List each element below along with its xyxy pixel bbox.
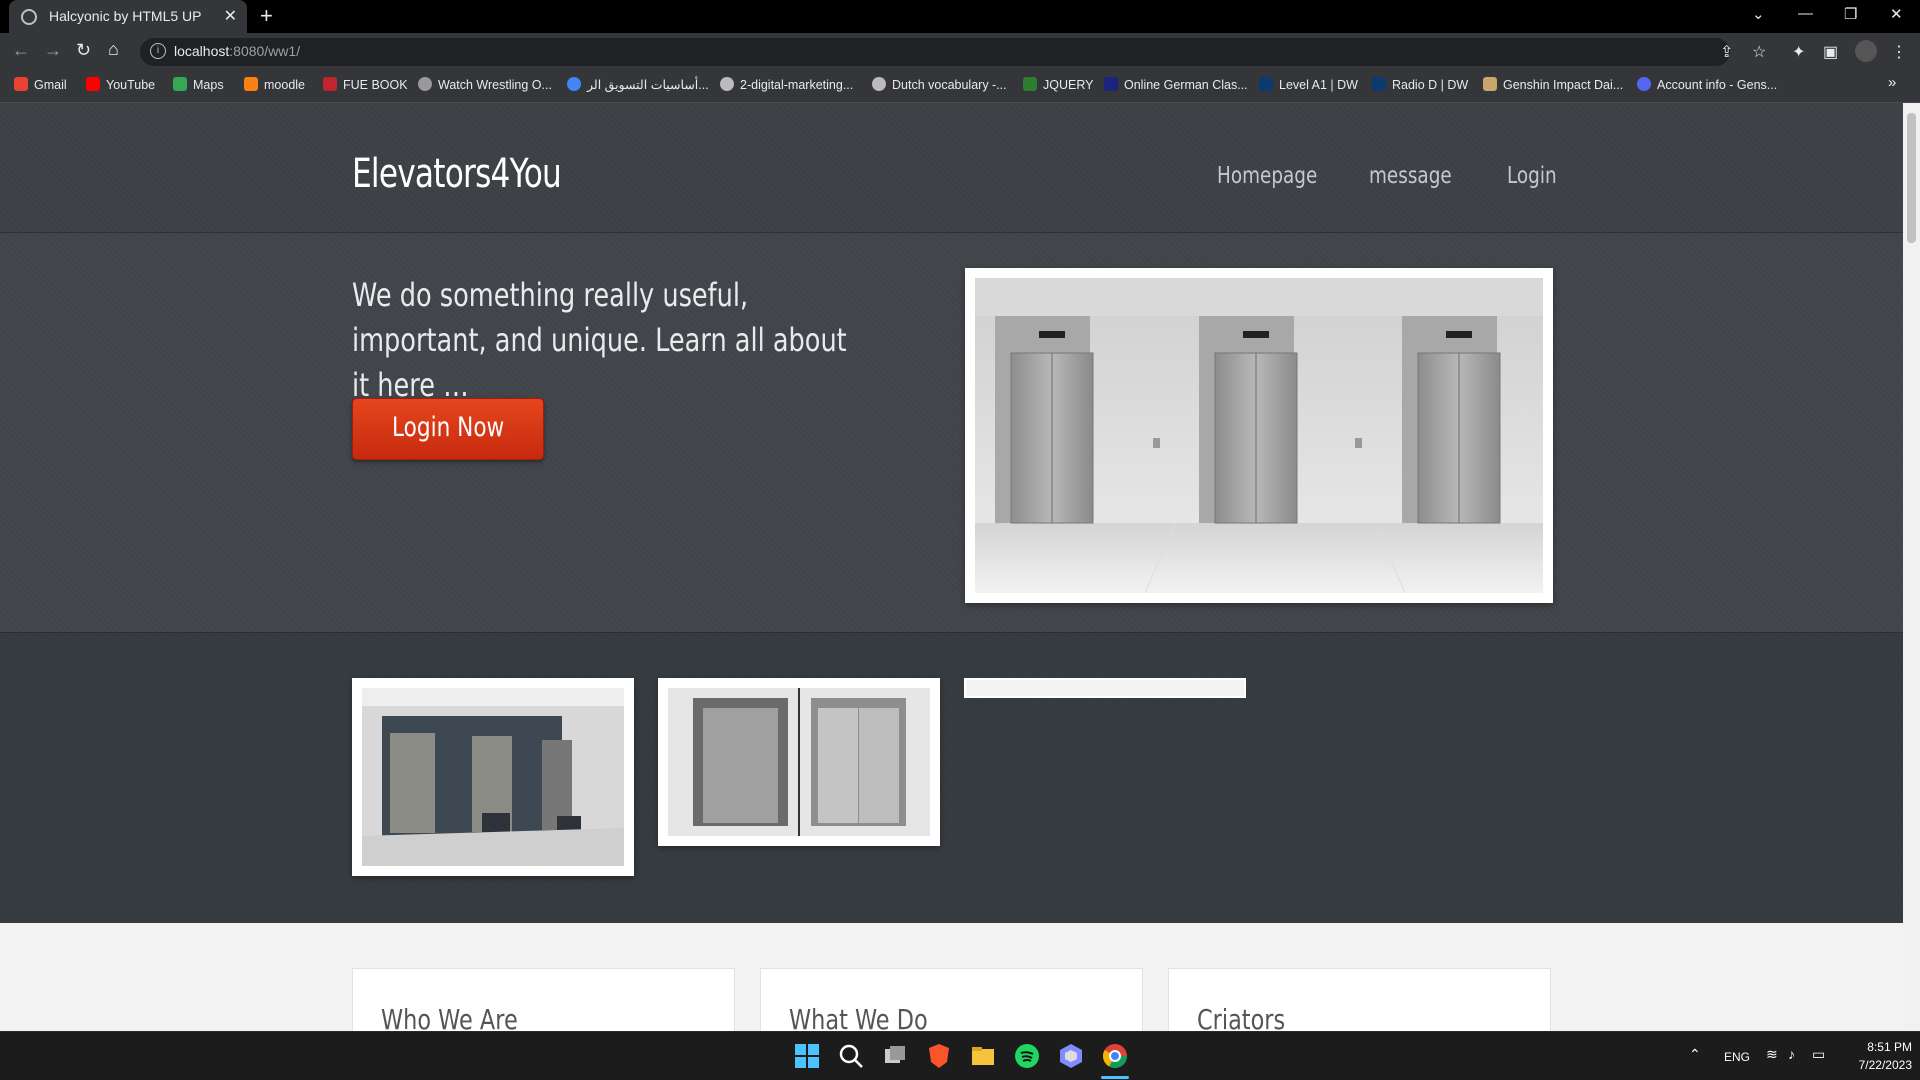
globe-icon <box>21 9 37 25</box>
windows-start-icon[interactable] <box>793 1042 821 1070</box>
card-title: Criators <box>1197 1003 1286 1031</box>
clock-time[interactable]: 8:51 PM <box>1852 1040 1912 1054</box>
card-what-we-do: What We Do <box>760 968 1143 1031</box>
battery-icon[interactable]: ▭ <box>1812 1046 1825 1063</box>
genshin-icon <box>1483 77 1497 91</box>
reload-icon[interactable]: ↻ <box>76 40 91 61</box>
office-elevators-image <box>362 688 624 866</box>
windows-taskbar: ⌃ ENG ≋ ♪ ▭ 8:51 PM 7/22/2023 <box>0 1031 1920 1080</box>
site-header: Elevators4You Homepage message Login <box>0 103 1903 233</box>
tab-search-icon[interactable]: ⌄ <box>1752 5 1765 23</box>
bookmark-item[interactable]: YouTube <box>86 77 155 92</box>
back-icon[interactable]: ← <box>12 40 30 61</box>
site-logo[interactable]: Elevators4You <box>352 151 562 197</box>
bookmark-item[interactable]: أساسيات التسويق الر... <box>567 77 709 92</box>
globe-icon <box>872 77 886 91</box>
hero-image <box>965 268 1553 603</box>
bookmark-item[interactable]: 2-digital-marketing... <box>720 77 853 92</box>
more-bookmarks-icon[interactable]: » <box>1888 74 1896 91</box>
hero-banner: We do something really useful, important… <box>0 233 1903 633</box>
address-bar[interactable]: i localhost:8080/ww1/ <box>140 38 1730 66</box>
share-icon[interactable]: ⇪ <box>1720 42 1733 62</box>
restore-button[interactable]: ❐ <box>1844 5 1857 23</box>
volume-icon[interactable]: ♪ <box>1788 1046 1795 1062</box>
web-page: Elevators4You Homepage message Login We … <box>0 103 1903 1031</box>
nav-message[interactable]: message <box>1369 163 1452 189</box>
bookmark-item[interactable]: Watch Wrestling O... <box>418 77 552 92</box>
gmail-icon <box>14 77 28 91</box>
chrome-icon[interactable] <box>1101 1042 1129 1070</box>
wordpress-icon <box>418 77 432 91</box>
fue-icon <box>323 77 337 91</box>
google-icon <box>567 77 581 91</box>
forward-icon[interactable]: → <box>44 40 62 61</box>
brave-icon[interactable] <box>925 1042 953 1070</box>
globe-icon <box>720 77 734 91</box>
bookmark-star-icon[interactable]: ☆ <box>1752 42 1766 62</box>
bookmark-item[interactable]: JQUERY <box>1023 77 1093 92</box>
profile-avatar[interactable] <box>1855 40 1877 62</box>
nav-homepage[interactable]: Homepage <box>1217 163 1317 189</box>
minimize-button[interactable]: — <box>1798 5 1813 22</box>
menu-icon[interactable]: ⋮ <box>1891 42 1907 62</box>
wifi-icon[interactable]: ≋ <box>1766 1046 1778 1063</box>
bookmark-item[interactable]: Gmail <box>14 77 67 92</box>
language-indicator[interactable]: ENG <box>1724 1050 1750 1064</box>
moodle-icon <box>244 77 258 91</box>
extensions-icon[interactable]: ✦ <box>1792 42 1805 62</box>
card-title: What We Do <box>789 1003 928 1031</box>
new-tab-button[interactable]: + <box>260 3 273 29</box>
bookmark-item[interactable]: Online German Clas... <box>1104 77 1248 92</box>
task-view-icon[interactable] <box>881 1042 909 1070</box>
active-tab[interactable]: Halcyonic by HTML5 UP ✕ <box>9 0 247 33</box>
maps-icon <box>173 77 187 91</box>
app-icon[interactable] <box>1057 1042 1085 1070</box>
side-panel-icon[interactable]: ▣ <box>1823 42 1838 62</box>
home-icon[interactable]: ⌂ <box>108 39 119 60</box>
login-now-button[interactable]: Login Now <box>352 398 544 460</box>
login-now-label: Login Now <box>391 412 505 443</box>
card-who-we-are: Who We Are <box>352 968 735 1031</box>
clock-date[interactable]: 7/22/2023 <box>1846 1058 1912 1072</box>
dw-icon <box>1372 77 1386 91</box>
close-tab-icon[interactable]: ✕ <box>224 6 237 26</box>
close-window-button[interactable]: ✕ <box>1890 5 1903 23</box>
dw-icon <box>1259 77 1273 91</box>
bookmark-item[interactable]: Radio D | DW <box>1372 77 1468 92</box>
url-text: localhost:8080/ww1/ <box>174 43 301 59</box>
elevator-doors-image <box>668 688 930 836</box>
bookmark-item[interactable]: moodle <box>244 77 305 92</box>
features-section: Who We Are What We Do Criators <box>0 923 1903 1031</box>
hoyoverse-icon <box>1637 77 1651 91</box>
hero-tagline: We do something really useful, important… <box>352 276 847 404</box>
bookmark-item[interactable]: FUE BOOK <box>323 77 408 92</box>
sk-icon <box>1104 77 1118 91</box>
elevator-lobby-image <box>975 278 1543 594</box>
bookmark-item[interactable]: Account info - Gens... <box>1637 77 1777 92</box>
bookmark-item[interactable]: Genshin Impact Dai... <box>1483 77 1623 92</box>
gallery-image-1[interactable] <box>352 678 634 876</box>
tab-strip: Halcyonic by HTML5 UP ✕ + ⌄ — ❐ ✕ <box>0 0 1920 33</box>
gallery-placeholder <box>964 678 1246 698</box>
youtube-icon <box>86 77 100 91</box>
search-icon[interactable] <box>837 1042 865 1070</box>
scrollbar-thumb[interactable] <box>1907 113 1916 243</box>
tray-chevron-icon[interactable]: ⌃ <box>1689 1046 1701 1063</box>
bookmark-item[interactable]: Dutch vocabulary -... <box>872 77 1007 92</box>
gallery-image-2[interactable] <box>658 678 940 846</box>
card-title: Who We Are <box>381 1003 518 1031</box>
page-scrollbar[interactable] <box>1903 103 1920 1031</box>
w3-icon <box>1023 77 1037 91</box>
bookmark-item[interactable]: Maps <box>173 77 224 92</box>
gallery-section <box>0 633 1903 923</box>
card-criators: Criators <box>1168 968 1551 1031</box>
site-info-icon[interactable]: i <box>150 43 166 59</box>
bookmark-item[interactable]: Level A1 | DW <box>1259 77 1358 92</box>
spotify-icon[interactable] <box>1013 1042 1041 1070</box>
nav-login[interactable]: Login <box>1507 163 1557 189</box>
tab-title: Halcyonic by HTML5 UP <box>49 8 202 24</box>
active-app-indicator <box>1101 1076 1129 1079</box>
file-explorer-icon[interactable] <box>969 1042 997 1070</box>
